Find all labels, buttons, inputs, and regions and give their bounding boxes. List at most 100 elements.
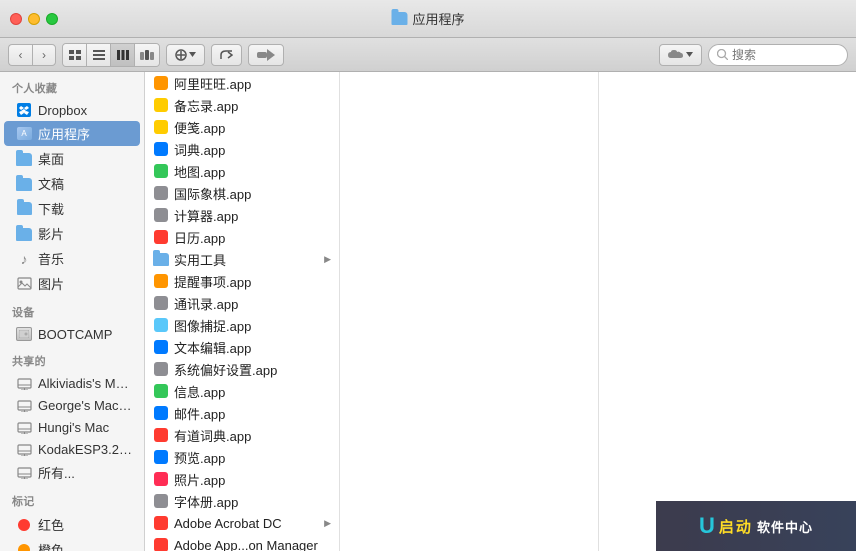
sidebar-item-music[interactable]: ♪ 音乐 <box>4 246 140 271</box>
action-button[interactable] <box>166 44 205 66</box>
file-name: 预览.app <box>174 448 331 467</box>
sidebar-item-label: 图片 <box>38 274 64 293</box>
sidebar-section-shared: 共享的 <box>0 345 144 372</box>
file-name: 提醒事项.app <box>174 272 331 291</box>
sidebar-item-applications[interactable]: A 应用程序 <box>4 121 140 146</box>
file-name: 系统偏好设置.app <box>174 360 331 379</box>
list-item[interactable]: 文本编辑.app <box>145 336 339 358</box>
file-name: 有道词典.app <box>174 426 331 445</box>
title-folder-icon <box>391 12 407 25</box>
search-box[interactable] <box>708 44 848 66</box>
file-icon <box>153 75 169 91</box>
sidebar-item-orange-tag[interactable]: 橙色 <box>4 537 140 551</box>
sidebar-item-label: Dropbox <box>38 103 87 118</box>
list-item[interactable]: 信息.app <box>145 380 339 402</box>
file-name: 便笺.app <box>174 118 331 137</box>
traffic-lights <box>10 13 58 25</box>
sidebar-item-label: 影片 <box>38 224 64 243</box>
list-item[interactable]: 预览.app <box>145 446 339 468</box>
file-icon <box>153 493 169 509</box>
file-name: 日历.app <box>174 228 331 247</box>
list-item[interactable]: 字体册.app <box>145 490 339 512</box>
maximize-button[interactable] <box>46 13 58 25</box>
list-item[interactable]: 通讯录.app <box>145 292 339 314</box>
sidebar-item-kodak[interactable]: KodakESP3.2+2179 <box>4 438 140 460</box>
sidebar-item-hungi[interactable]: Hungi's Mac <box>4 416 140 438</box>
file-icon <box>153 383 169 399</box>
list-item[interactable]: 词典.app <box>145 138 339 160</box>
file-name: 图像捕捉.app <box>174 316 331 335</box>
list-item[interactable]: Adobe App...on Manager <box>145 534 339 551</box>
file-name: 国际象棋.app <box>174 184 331 203</box>
list-item[interactable]: 地图.app <box>145 160 339 182</box>
file-icon <box>153 163 169 179</box>
search-input[interactable] <box>732 48 832 62</box>
sidebar-item-label: 所有... <box>38 463 75 482</box>
file-icon <box>153 273 169 289</box>
file-name: 实用工具 <box>174 250 319 269</box>
main-content: 个人收藏 Dropbox A 应用程序 桌面 <box>0 72 856 551</box>
sidebar-item-label: Alkiviadis's MacB... <box>38 376 132 391</box>
list-item[interactable]: 日历.app <box>145 226 339 248</box>
list-item[interactable]: 阿里旺旺.app <box>145 72 339 94</box>
sidebar-item-red-tag[interactable]: 红色 <box>4 512 140 537</box>
sidebar-item-desktop[interactable]: 桌面 <box>4 146 140 171</box>
list-item[interactable]: 图像捕捉.app <box>145 314 339 336</box>
nav-buttons: ‹ › <box>8 44 56 66</box>
label-button[interactable] <box>248 44 284 66</box>
list-item[interactable]: 系统偏好设置.app <box>145 358 339 380</box>
file-name: 通讯录.app <box>174 294 331 313</box>
file-icon <box>153 251 169 267</box>
sidebar-item-all[interactable]: 所有... <box>4 460 140 485</box>
share-button[interactable] <box>211 44 242 66</box>
sidebar-item-george[interactable]: George's MacBoo... <box>4 394 140 416</box>
sidebar-item-alkiviadis[interactable]: Alkiviadis's MacB... <box>4 372 140 394</box>
list-item[interactable]: 实用工具▶ <box>145 248 339 270</box>
list-item[interactable]: 提醒事项.app <box>145 270 339 292</box>
file-name: 计算器.app <box>174 206 331 225</box>
file-name: 阿里旺旺.app <box>174 74 331 93</box>
network-icon <box>16 397 32 413</box>
list-item[interactable]: 便笺.app <box>145 116 339 138</box>
sidebar-item-downloads[interactable]: 下载 <box>4 196 140 221</box>
minimize-button[interactable] <box>28 13 40 25</box>
list-item[interactable]: 备忘录.app <box>145 94 339 116</box>
bootcamp-icon <box>16 326 32 342</box>
cloud-button[interactable] <box>659 44 702 66</box>
file-name: Adobe App...on Manager <box>174 538 331 551</box>
file-icon <box>153 537 169 551</box>
sidebar-item-label: KodakESP3.2+2179 <box>38 442 132 457</box>
file-icon <box>153 295 169 311</box>
sidebar-item-label: BOOTCAMP <box>38 327 112 342</box>
sidebar-item-pictures[interactable]: 图片 <box>4 271 140 296</box>
list-item[interactable]: 照片.app <box>145 468 339 490</box>
back-button[interactable]: ‹ <box>8 44 32 66</box>
sidebar-item-label: 橙色 <box>38 540 64 551</box>
file-name: 备忘录.app <box>174 96 331 115</box>
sidebar-item-documents[interactable]: 文稿 <box>4 171 140 196</box>
sidebar-item-movies[interactable]: 影片 <box>4 221 140 246</box>
sidebar-item-dropbox[interactable]: Dropbox <box>4 99 140 121</box>
list-item[interactable]: Adobe Acrobat DC▶ <box>145 512 339 534</box>
close-button[interactable] <box>10 13 22 25</box>
all-icon <box>16 465 32 481</box>
list-item[interactable]: 计算器.app <box>145 204 339 226</box>
applications-icon: A <box>16 126 32 142</box>
watermark-u: U <box>699 513 715 539</box>
coverflow-view-button[interactable] <box>135 44 159 66</box>
movies-icon <box>16 226 32 242</box>
column-view-button[interactable] <box>111 44 135 66</box>
downloads-icon <box>16 201 32 217</box>
list-item[interactable]: 邮件.app <box>145 402 339 424</box>
network-icon <box>16 441 32 457</box>
toolbar: ‹ › <box>0 38 856 72</box>
icon-view-button[interactable] <box>63 44 87 66</box>
file-icon <box>153 119 169 135</box>
sidebar-item-bootcamp[interactable]: BOOTCAMP <box>4 323 140 345</box>
sidebar-item-label: 文稿 <box>38 174 64 193</box>
list-item[interactable]: 国际象棋.app <box>145 182 339 204</box>
forward-button[interactable]: › <box>32 44 56 66</box>
list-item[interactable]: 有道词典.app <box>145 424 339 446</box>
file-icon <box>153 97 169 113</box>
list-view-button[interactable] <box>87 44 111 66</box>
